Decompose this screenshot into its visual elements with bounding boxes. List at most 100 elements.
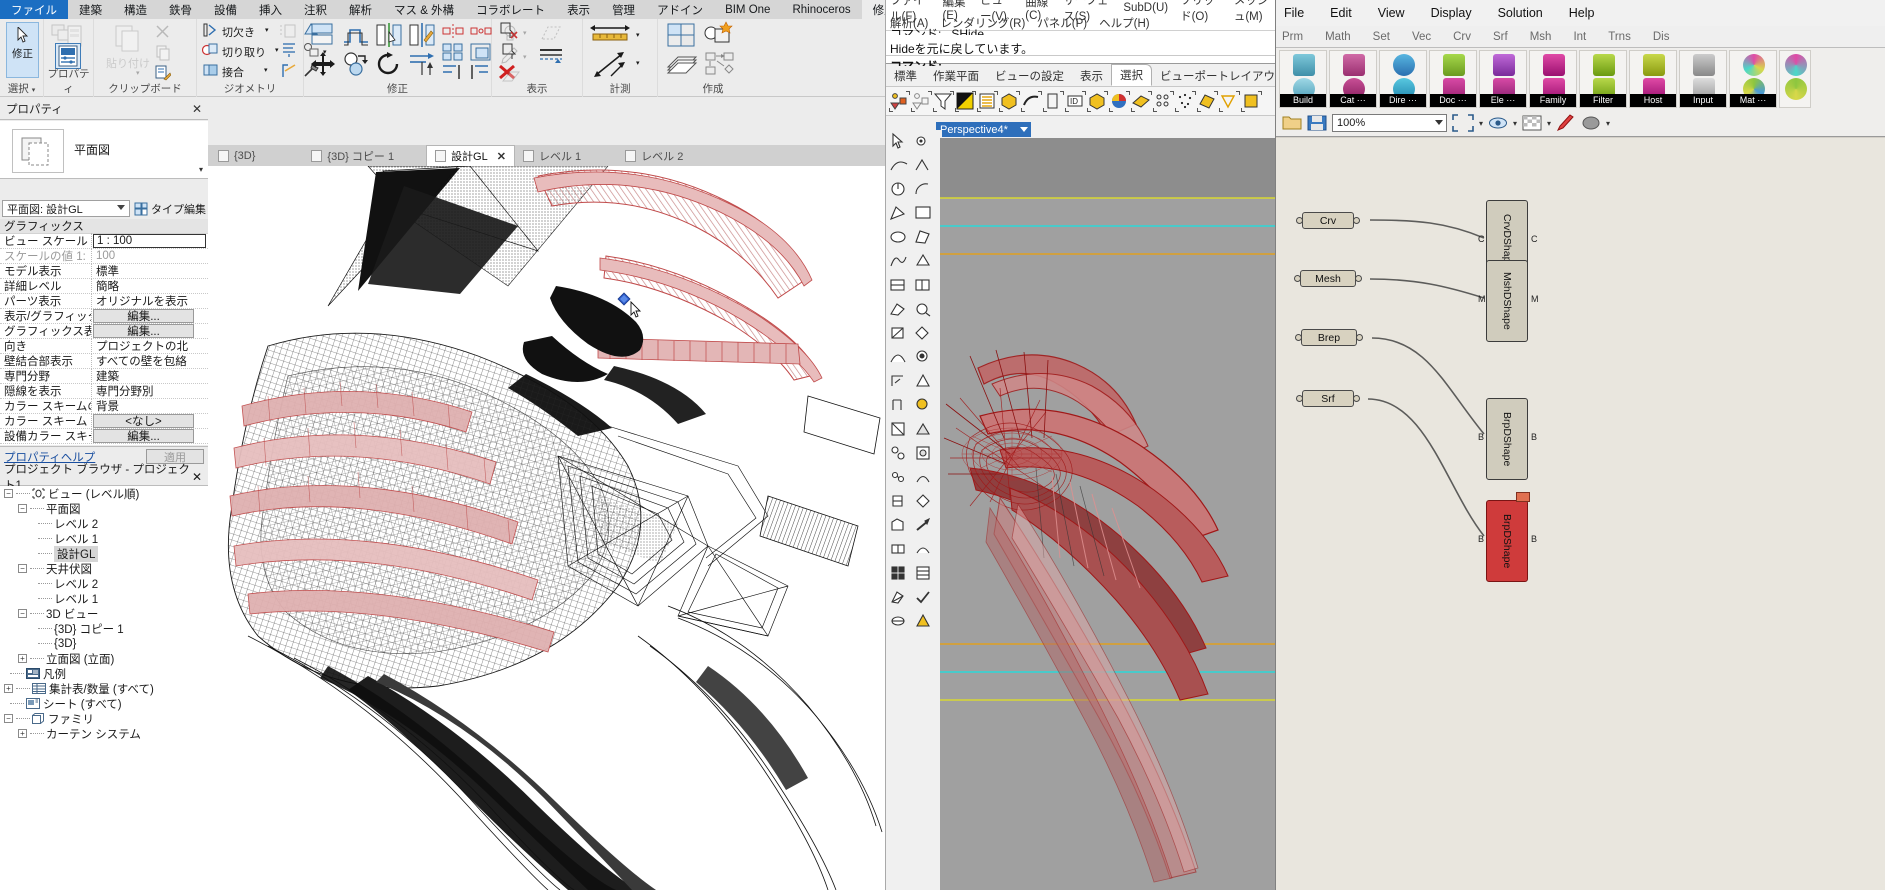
- param-output-pin[interactable]: [1355, 275, 1362, 282]
- tree-node-floor-plans[interactable]: − 平面図: [0, 501, 208, 516]
- trim-extend-icon[interactable]: [408, 51, 436, 77]
- select-solid-icon[interactable]: [1198, 92, 1217, 111]
- property-row[interactable]: 向き プロジェクトの北: [0, 339, 208, 354]
- tree-node-3d-views[interactable]: − 3D ビュー: [0, 606, 208, 621]
- param-input-pin[interactable]: [1294, 275, 1301, 282]
- gh-tab-vec[interactable]: Vec: [1412, 31, 1431, 43]
- tree-node-level2[interactable]: レベル 2: [0, 516, 208, 531]
- gh-group-element[interactable]: Ele ···: [1479, 50, 1527, 108]
- rhino-toolbar-tab-viewport-layout[interactable]: ビューポートレイアウト: [1152, 66, 1275, 86]
- gh-group-direct[interactable]: Dire ···: [1379, 50, 1427, 108]
- offset-icon[interactable]: [342, 22, 370, 48]
- ribbon-tab-structure[interactable]: 構造: [113, 0, 158, 19]
- ribbon-tab-bimone[interactable]: BIM One: [714, 0, 781, 19]
- select-none-icon[interactable]: [912, 92, 931, 111]
- copy-move-icon[interactable]: [342, 51, 370, 77]
- property-row[interactable]: パーツ表示 オリジナルを表示: [0, 294, 208, 309]
- tree-node-views[interactable]: − ビュー (レベル順): [0, 486, 208, 501]
- gh-tab-trns[interactable]: Trns: [1608, 31, 1631, 43]
- bake-icon[interactable]: [1556, 114, 1576, 132]
- select-curve-icon[interactable]: [1022, 92, 1041, 111]
- property-row[interactable]: 専門分野 建築: [0, 369, 208, 384]
- rhino-menu-solid[interactable]: ソリッド(O): [1180, 0, 1222, 24]
- match-type-icon[interactable]: [155, 65, 171, 81]
- view-tab-level1[interactable]: レベル 1: [515, 145, 589, 166]
- measure-between-icon[interactable]: [593, 50, 627, 78]
- invert-selection-icon[interactable]: [956, 92, 975, 111]
- rhino-toolbar-tab-display[interactable]: 表示: [1072, 66, 1111, 86]
- create-part-icon[interactable]: [666, 51, 698, 77]
- tree-node-level1-ceiling[interactable]: レベル 1: [0, 591, 208, 606]
- property-value[interactable]: 専門分野別: [92, 383, 208, 399]
- open-folder-icon[interactable]: [1282, 114, 1302, 132]
- gh-menu-display[interactable]: Display: [1431, 6, 1472, 20]
- geometry-item-0-label[interactable]: 切欠き: [222, 24, 255, 40]
- param-output-pin[interactable]: [1353, 217, 1360, 224]
- ribbon-tab-addins[interactable]: アドイン: [646, 0, 714, 19]
- gh-port-out-c[interactable]: C: [1531, 234, 1538, 244]
- view-tab-level2[interactable]: レベル 2: [589, 145, 691, 166]
- geometry-item-2-label[interactable]: 接合: [222, 64, 244, 80]
- filter-icon-1[interactable]: [1593, 54, 1615, 76]
- view-tab-3d[interactable]: {3D}: [208, 145, 263, 166]
- property-edit-button[interactable]: <なし>: [93, 414, 194, 428]
- property-row[interactable]: 設備カラー スキーム 編集...: [0, 429, 208, 444]
- tree-node-curtain-system[interactable]: + カーテン システム: [0, 726, 208, 741]
- gh-group-more[interactable]: [1779, 50, 1811, 108]
- property-value[interactable]: 標準: [92, 263, 208, 279]
- align-icon[interactable]: [310, 22, 336, 48]
- create-group-icon[interactable]: [702, 21, 734, 49]
- property-value[interactable]: 建築: [92, 368, 208, 384]
- gh-port-in-m[interactable]: M: [1478, 294, 1486, 304]
- chevron-down-icon[interactable]: ▾: [1606, 119, 1610, 128]
- modify-tool-button[interactable]: 修正: [6, 22, 39, 78]
- ribbon-tab-rhinoceros[interactable]: Rhinoceros: [781, 0, 861, 19]
- element-icon-1[interactable]: [1493, 54, 1515, 76]
- close-icon[interactable]: ✕: [192, 470, 208, 484]
- gh-tab-prm[interactable]: Prm: [1282, 31, 1303, 43]
- cut-profile-icon[interactable]: [280, 23, 297, 39]
- category-icon-1[interactable]: [1343, 54, 1365, 76]
- ribbon-tab-architecture[interactable]: 建築: [68, 0, 113, 19]
- ribbon-tab-manage[interactable]: 管理: [601, 0, 646, 19]
- property-row[interactable]: 表示/グラフィックス... 編集...: [0, 309, 208, 324]
- chevron-down-icon[interactable]: ▾: [1479, 119, 1483, 128]
- more-icon-2[interactable]: [1785, 78, 1807, 100]
- preview-mesh-icon[interactable]: [1581, 114, 1601, 132]
- align-right-icon[interactable]: [470, 64, 492, 80]
- param-input-pin[interactable]: [1295, 334, 1302, 341]
- property-edit-button[interactable]: 編集...: [93, 429, 194, 443]
- property-value[interactable]: 簡略: [92, 278, 208, 294]
- ribbon-tab-insert[interactable]: 挿入: [248, 0, 293, 19]
- gh-tab-dis[interactable]: Dis: [1653, 31, 1670, 43]
- chevron-down-icon[interactable]: ▾: [264, 66, 268, 74]
- property-value[interactable]: オリジナルを表示: [92, 293, 208, 309]
- chevron-down-icon[interactable]: ▾: [275, 46, 279, 54]
- gh-menu-edit[interactable]: Edit: [1330, 6, 1352, 20]
- zoom-level-combobox[interactable]: 100%: [1332, 114, 1447, 132]
- gh-param-crv[interactable]: Crv: [1302, 212, 1354, 229]
- chevron-down-icon[interactable]: ▾: [199, 165, 203, 174]
- gh-tab-math[interactable]: Math: [1325, 31, 1351, 43]
- more-icon-1[interactable]: [1785, 54, 1807, 76]
- ribbon-tab-modify[interactable]: 修正: [862, 0, 885, 19]
- gh-tab-crv[interactable]: Crv: [1453, 31, 1471, 43]
- align-left-icon[interactable]: [442, 64, 464, 80]
- gh-port-out-m[interactable]: M: [1531, 294, 1539, 304]
- rhino-menu-subd[interactable]: SubD(U): [1123, 2, 1168, 14]
- mirror-pick-axis-icon[interactable]: [375, 22, 403, 48]
- select-points-icon[interactable]: [890, 92, 909, 111]
- property-edit-button[interactable]: 編集...: [93, 324, 194, 338]
- cut-geometry-icon[interactable]: [202, 22, 219, 38]
- chevron-down-icon[interactable]: ▾: [523, 53, 527, 61]
- tree-node-level1[interactable]: レベル 1: [0, 531, 208, 546]
- ribbon-tab-file[interactable]: ファイル: [0, 0, 68, 19]
- collapse-toggle[interactable]: −: [18, 564, 27, 573]
- gh-tab-set[interactable]: Set: [1373, 31, 1390, 43]
- property-row[interactable]: モデル表示 標準: [0, 264, 208, 279]
- gh-param-mesh[interactable]: Mesh: [1300, 270, 1356, 287]
- property-row[interactable]: カラー スキームの場所 背景: [0, 399, 208, 414]
- split-face-icon[interactable]: [281, 42, 298, 58]
- ribbon-tab-collaborate[interactable]: コラボレート: [465, 0, 556, 19]
- checker-preview-icon[interactable]: [1522, 114, 1542, 132]
